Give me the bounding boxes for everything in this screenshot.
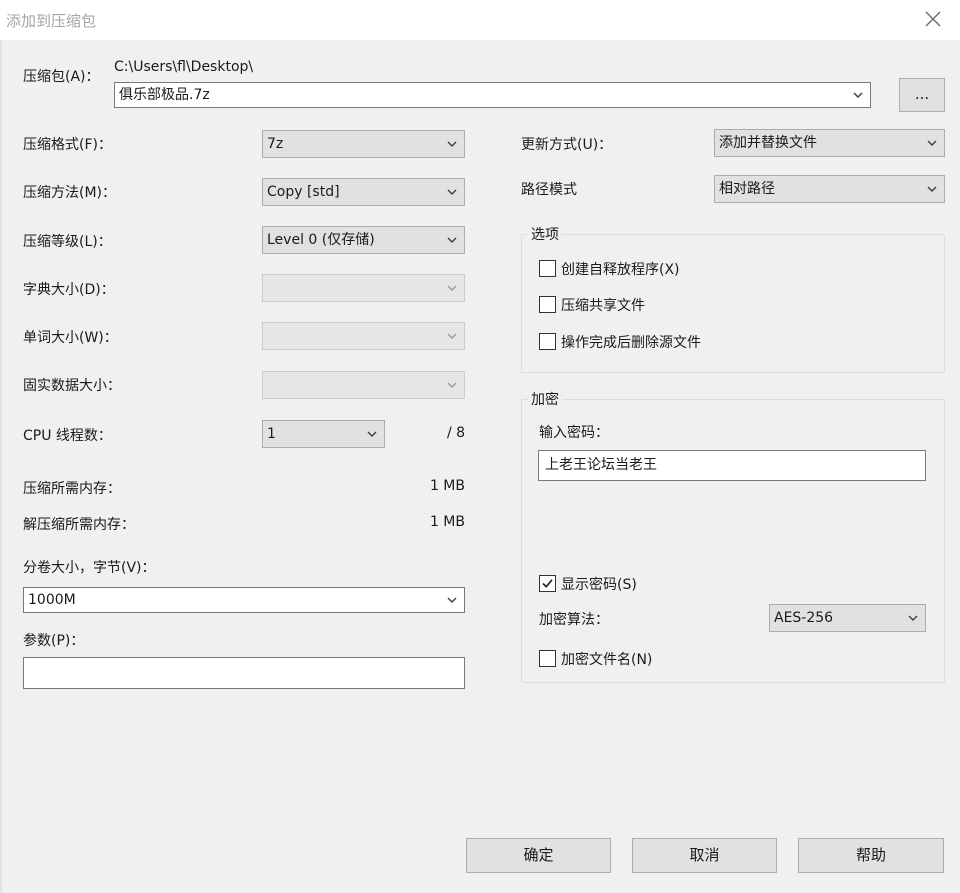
chevron-down-icon — [367, 431, 377, 437]
chevron-down-icon — [908, 615, 918, 621]
method-label: 压缩方法(M)： — [23, 185, 117, 201]
chevron-down-icon — [447, 382, 457, 388]
show-password-label: 显示密码(S) — [561, 577, 637, 593]
update-mode-select[interactable]: 添加并替换文件 — [714, 129, 945, 157]
ok-button[interactable]: 确定 — [466, 838, 611, 873]
close-button[interactable] — [918, 4, 948, 34]
path-mode-select[interactable]: 相对路径 — [714, 175, 945, 203]
browse-button[interactable]: ... — [899, 78, 945, 112]
close-icon — [925, 11, 941, 27]
window-title: 添加到压缩包 — [6, 12, 97, 30]
options-group-title: 选项 — [528, 224, 562, 244]
archive-path: C:\Users\fl\Desktop\ — [114, 59, 254, 75]
update-mode-label: 更新方式(U)： — [521, 137, 613, 153]
format-value: 7z — [267, 136, 284, 152]
format-label: 压缩格式(F)： — [23, 137, 112, 153]
archive-label: 压缩包(A)： — [23, 69, 100, 85]
chevron-down-icon — [447, 141, 457, 147]
chevron-down-icon — [447, 285, 457, 291]
level-value: Level 0 (仅存储) — [267, 232, 375, 248]
title-bar: 添加到压缩包 — [0, 0, 960, 40]
path-mode-value: 相对路径 — [719, 181, 775, 197]
dict-label: 字典大小(D)： — [23, 282, 115, 298]
chevron-down-icon — [447, 333, 457, 339]
solid-label: 固实数据大小： — [23, 378, 121, 394]
level-select[interactable]: Level 0 (仅存储) — [262, 226, 465, 254]
show-password-checkbox[interactable] — [539, 575, 556, 592]
volume-value: 1000M — [28, 592, 76, 608]
method-value: Copy [std] — [267, 184, 340, 200]
cancel-button[interactable]: 取消 — [632, 838, 777, 873]
cpu-select[interactable]: 1 — [262, 420, 385, 448]
cpu-value: 1 — [267, 426, 276, 442]
memory-value: 1 MB — [429, 478, 465, 494]
volume-combo[interactable]: 1000M — [23, 587, 465, 613]
checkmark-icon — [542, 579, 553, 588]
encrypt-filenames-label: 加密文件名(N) — [561, 652, 653, 668]
encryption-method-select[interactable]: AES-256 — [769, 604, 926, 632]
help-button[interactable]: 帮助 — [798, 838, 944, 873]
delete-source-checkbox[interactable] — [539, 333, 556, 350]
encryption-method-value: AES-256 — [774, 610, 834, 626]
encryption-method-label: 加密算法： — [539, 612, 609, 628]
solid-select[interactable] — [262, 371, 465, 399]
memory-label: 压缩所需内存： — [23, 481, 121, 497]
chevron-down-icon — [927, 186, 937, 192]
shared-files-checkbox[interactable] — [539, 296, 556, 313]
archive-filename-combo[interactable]: 俱乐部极品.7z — [114, 82, 871, 108]
shared-files-label: 压缩共享文件 — [561, 298, 645, 314]
word-label: 单词大小(W)： — [23, 330, 118, 346]
update-mode-value: 添加并替换文件 — [719, 135, 817, 151]
window-border — [0, 40, 2, 893]
chevron-down-icon — [853, 92, 863, 98]
archive-filename-value: 俱乐部极品.7z — [119, 87, 210, 103]
password-input[interactable]: 上老王论坛当老王 — [538, 450, 926, 481]
path-mode-label: 路径模式 — [521, 182, 577, 198]
level-label: 压缩等级(L)： — [23, 234, 112, 250]
sfx-label: 创建自释放程序(X) — [561, 262, 680, 278]
password-label: 输入密码： — [539, 425, 609, 441]
chevron-down-icon — [447, 189, 457, 195]
cpu-label: CPU 线程数： — [23, 428, 112, 444]
decompress-memory-label: 解压缩所需内存： — [23, 517, 135, 533]
word-select[interactable] — [262, 322, 465, 350]
method-select[interactable]: Copy [std] — [262, 178, 465, 206]
decompress-memory-value: 1 MB — [429, 514, 465, 530]
cpu-total: / 8 — [447, 425, 466, 441]
chevron-down-icon — [447, 237, 457, 243]
chevron-down-icon — [927, 140, 937, 146]
dict-select[interactable] — [262, 274, 465, 302]
params-input[interactable] — [23, 657, 465, 689]
volume-label: 分卷大小，字节(V)： — [23, 560, 156, 576]
encrypt-filenames-checkbox[interactable] — [539, 650, 556, 667]
format-select[interactable]: 7z — [262, 130, 465, 158]
delete-source-label: 操作完成后删除源文件 — [561, 335, 701, 351]
encryption-group-title: 加密 — [528, 389, 562, 409]
params-label: 参数(P)： — [23, 633, 85, 649]
sfx-checkbox[interactable] — [539, 260, 556, 277]
chevron-down-icon — [447, 597, 457, 603]
